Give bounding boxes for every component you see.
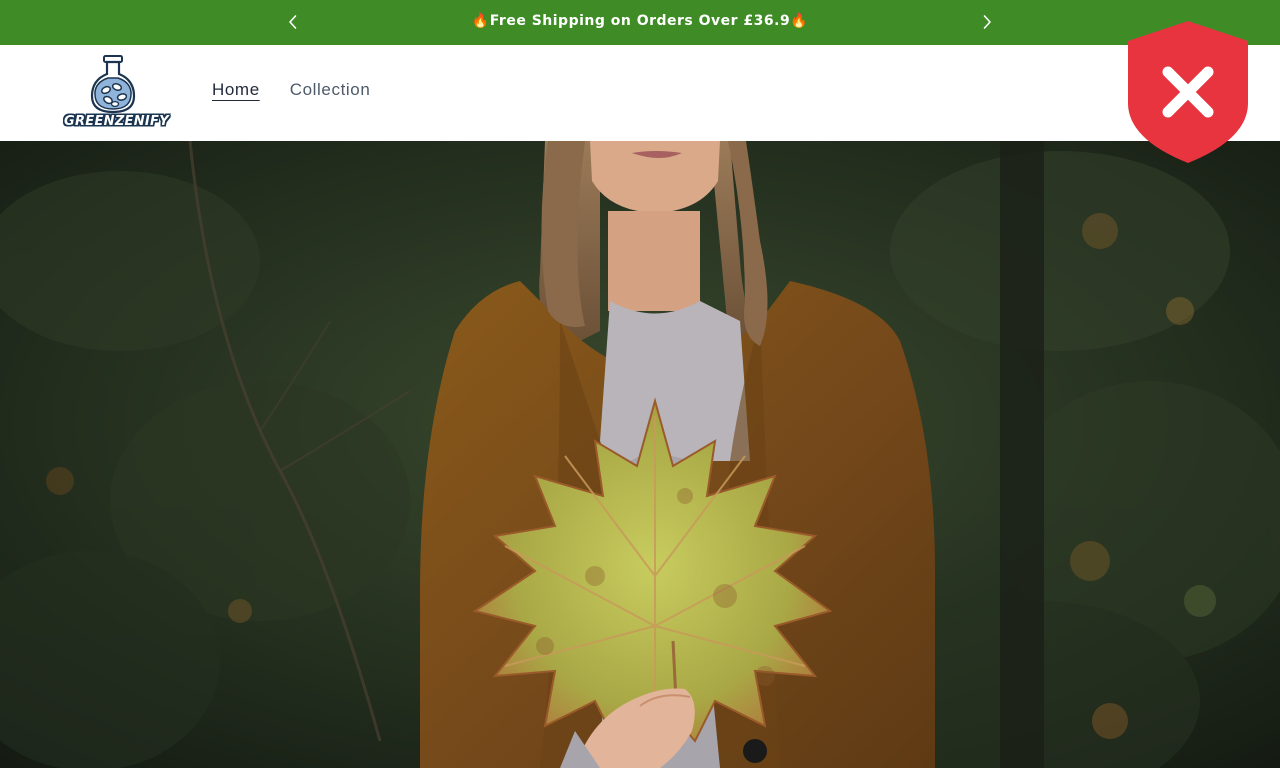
logo-wordmark: GREENZENIFY — [64, 114, 169, 129]
announcement-prev-button[interactable] — [283, 12, 303, 32]
announcement-bar: 🔥Free Shipping on Orders Over £36.9🔥 — [0, 0, 1280, 45]
security-warning-badge[interactable] — [1126, 19, 1250, 165]
hero-banner — [0, 141, 1280, 768]
site-header: GREENZENIFY Home Collection — [0, 45, 1280, 141]
shield-x-icon — [1128, 21, 1248, 163]
flask-logo-icon — [90, 55, 136, 114]
nav-home[interactable]: Home — [212, 80, 260, 100]
hero-image — [0, 141, 1280, 768]
announcement-next-button[interactable] — [977, 12, 997, 32]
chevron-right-icon — [983, 15, 991, 29]
announcement-message: 🔥Free Shipping on Orders Over £36.9🔥 — [471, 13, 809, 29]
logo-link[interactable]: GREENZENIFY — [64, 54, 169, 134]
main-nav: Home Collection — [212, 80, 370, 100]
chevron-left-icon — [289, 15, 297, 29]
nav-collection[interactable]: Collection — [290, 80, 371, 100]
